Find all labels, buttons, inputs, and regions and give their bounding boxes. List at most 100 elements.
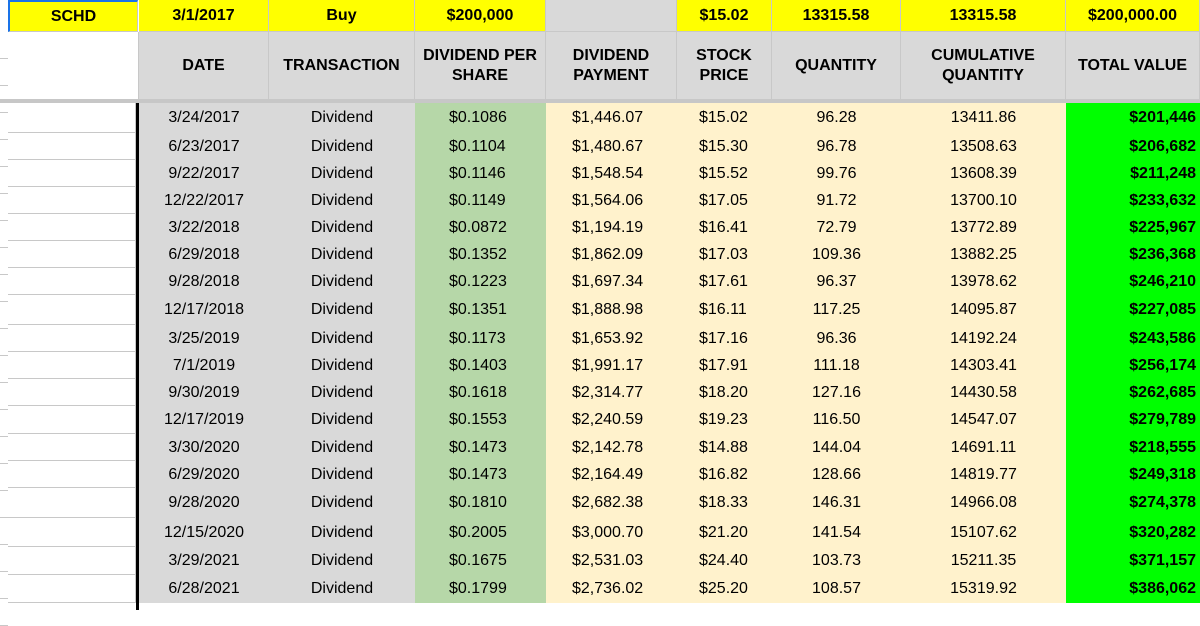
table-cell-total[interactable]: $201,446 [1066,103,1200,133]
header-payment[interactable]: DIVIDEND PAYMENT [546,32,677,99]
table-cell-price[interactable]: $25.20 [677,575,772,603]
table-cell-payment[interactable]: $1,991.17 [546,352,677,379]
table-cell-dps[interactable]: $0.1352 [415,241,546,268]
table-cell-payment[interactable]: $2,142.78 [546,434,677,461]
table-cell-payment[interactable]: $2,314.77 [546,379,677,406]
table-cell-quantity[interactable]: 96.78 [772,133,901,160]
table-cell-total[interactable]: $249,318 [1066,461,1200,488]
summary-cell-blank[interactable] [546,0,677,32]
table-cell-dps[interactable]: $0.1799 [415,575,546,603]
table-cell-cumulative[interactable]: 14691.11 [901,434,1066,461]
table-cell-transaction[interactable]: Dividend [269,434,415,461]
table-cell-cumulative[interactable]: 14095.87 [901,295,1066,325]
table-cell-price[interactable]: $21.20 [677,518,772,547]
table-cell-cumulative[interactable]: 15319.92 [901,575,1066,603]
table-cell-payment[interactable]: $1,446.07 [546,103,677,133]
row-blank-cell[interactable] [8,352,136,379]
table-cell-date[interactable]: 3/24/2017 [139,103,269,133]
table-cell-price[interactable]: $16.11 [677,295,772,325]
table-cell-cumulative[interactable]: 14430.58 [901,379,1066,406]
table-cell-quantity[interactable]: 146.31 [772,488,901,518]
row-blank-cell[interactable] [8,461,136,488]
table-cell-date[interactable]: 12/17/2018 [139,295,269,325]
row-blank-cell[interactable] [8,518,136,547]
table-cell-payment[interactable]: $1,862.09 [546,241,677,268]
table-cell-total[interactable]: $320,282 [1066,518,1200,547]
table-cell-dps[interactable]: $0.1473 [415,434,546,461]
table-cell-cumulative[interactable]: 15211.35 [901,547,1066,575]
table-cell-payment[interactable]: $3,000.70 [546,518,677,547]
table-cell-dps[interactable]: $0.1553 [415,406,546,434]
table-cell-cumulative[interactable]: 13882.25 [901,241,1066,268]
table-cell-price[interactable]: $16.41 [677,214,772,241]
table-cell-price[interactable]: $17.61 [677,268,772,295]
table-cell-date[interactable]: 6/23/2017 [139,133,269,160]
table-cell-payment[interactable]: $1,564.06 [546,187,677,214]
table-cell-cumulative[interactable]: 13700.10 [901,187,1066,214]
table-cell-payment[interactable]: $1,194.19 [546,214,677,241]
header-cumulative[interactable]: CUMULATIVE QUANTITY [901,32,1066,99]
table-cell-quantity[interactable]: 144.04 [772,434,901,461]
table-cell-total[interactable]: $206,682 [1066,133,1200,160]
header-date[interactable]: DATE [139,32,269,99]
summary-cell-date[interactable]: 3/1/2017 [139,0,269,32]
table-cell-date[interactable]: 3/22/2018 [139,214,269,241]
table-cell-payment[interactable]: $1,653.92 [546,325,677,352]
header-price[interactable]: STOCK PRICE [677,32,772,99]
row-blank-cell[interactable] [8,434,136,461]
table-cell-total[interactable]: $233,632 [1066,187,1200,214]
table-cell-date[interactable]: 6/29/2018 [139,241,269,268]
table-cell-date[interactable]: 12/17/2019 [139,406,269,434]
table-cell-transaction[interactable]: Dividend [269,518,415,547]
table-cell-dps[interactable]: $0.1403 [415,352,546,379]
table-cell-cumulative[interactable]: 13508.63 [901,133,1066,160]
table-cell-price[interactable]: $19.23 [677,406,772,434]
table-cell-dps[interactable]: $0.1173 [415,325,546,352]
table-cell-total[interactable]: $262,685 [1066,379,1200,406]
table-cell-transaction[interactable]: Dividend [269,488,415,518]
header-blank-cell[interactable] [8,32,139,99]
table-cell-total[interactable]: $236,368 [1066,241,1200,268]
table-cell-transaction[interactable]: Dividend [269,241,415,268]
table-cell-price[interactable]: $15.02 [677,103,772,133]
summary-cell-quantity[interactable]: 13315.58 [772,0,901,32]
table-cell-transaction[interactable]: Dividend [269,406,415,434]
table-cell-price[interactable]: $16.82 [677,461,772,488]
summary-cell-price[interactable]: $15.02 [677,0,772,32]
table-cell-transaction[interactable]: Dividend [269,133,415,160]
table-cell-date[interactable]: 9/28/2018 [139,268,269,295]
table-cell-total[interactable]: $371,157 [1066,547,1200,575]
table-cell-payment[interactable]: $2,531.03 [546,547,677,575]
row-blank-cell[interactable] [8,214,136,241]
table-cell-payment[interactable]: $2,682.38 [546,488,677,518]
header-quantity[interactable]: QUANTITY [772,32,901,99]
row-blank-cell[interactable] [8,103,136,133]
table-cell-date[interactable]: 12/22/2017 [139,187,269,214]
table-cell-quantity[interactable]: 91.72 [772,187,901,214]
table-cell-date[interactable]: 12/15/2020 [139,518,269,547]
table-cell-cumulative[interactable]: 13608.39 [901,160,1066,187]
row-blank-cell[interactable] [8,575,136,603]
table-cell-quantity[interactable]: 72.79 [772,214,901,241]
table-cell-dps[interactable]: $0.1810 [415,488,546,518]
table-cell-quantity[interactable]: 116.50 [772,406,901,434]
table-cell-quantity[interactable]: 103.73 [772,547,901,575]
table-cell-price[interactable]: $24.40 [677,547,772,575]
table-cell-transaction[interactable]: Dividend [269,187,415,214]
table-cell-total[interactable]: $274,378 [1066,488,1200,518]
row-blank-cell[interactable] [8,187,136,214]
table-cell-payment[interactable]: $1,548.54 [546,160,677,187]
table-cell-cumulative[interactable]: 14819.77 [901,461,1066,488]
table-cell-total[interactable]: $243,586 [1066,325,1200,352]
table-cell-date[interactable]: 3/29/2021 [139,547,269,575]
table-cell-quantity[interactable]: 96.37 [772,268,901,295]
table-cell-cumulative[interactable]: 15107.62 [901,518,1066,547]
row-blank-cell[interactable] [8,268,136,295]
row-blank-cell[interactable] [8,379,136,406]
table-cell-total[interactable]: $256,174 [1066,352,1200,379]
table-cell-cumulative[interactable]: 13411.86 [901,103,1066,133]
table-cell-dps[interactable]: $0.1473 [415,461,546,488]
table-cell-cumulative[interactable]: 13978.62 [901,268,1066,295]
table-cell-quantity[interactable]: 96.28 [772,103,901,133]
table-cell-dps[interactable]: $0.1146 [415,160,546,187]
